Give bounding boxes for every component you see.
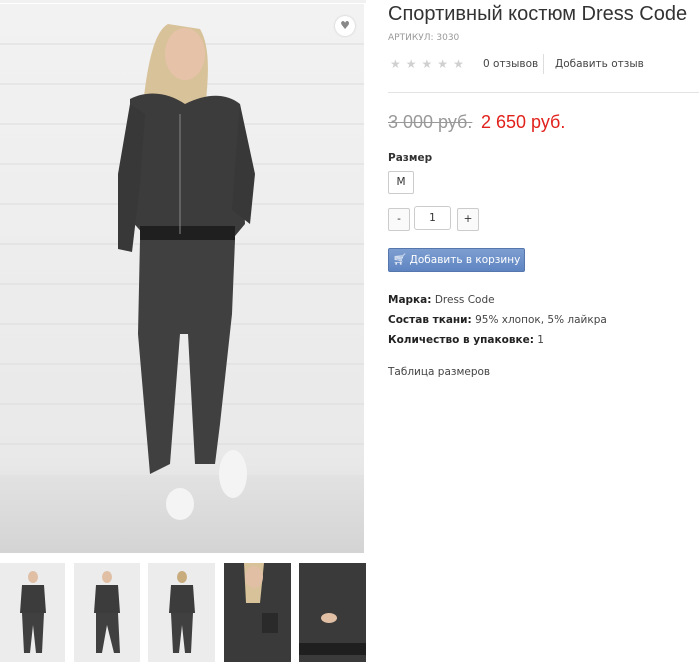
thumbnail-3-image <box>169 571 195 653</box>
sku-label: АРТИКУЛ: <box>388 33 434 43</box>
rating-stars[interactable]: ★★★★★ <box>390 57 469 71</box>
brand-label: Марка: <box>388 294 432 306</box>
thumbnail-3[interactable] <box>148 563 215 662</box>
thumbnail-2[interactable] <box>74 563 140 662</box>
write-review-link[interactable]: Добавить отзыв <box>555 58 644 70</box>
heart-icon: ♥ <box>340 19 350 32</box>
pack-attribute: Количество в упаковке: 1 <box>388 334 544 346</box>
shopping-cart-icon: 🛒︎ <box>392 253 407 266</box>
old-price: 3 000 руб. <box>388 112 473 132</box>
star-icon: ★ <box>453 57 469 71</box>
current-price: 2 650 руб. <box>481 112 566 132</box>
star-icon: ★ <box>421 57 438 71</box>
brand-value: Dress Code <box>434 294 495 306</box>
brand-attribute: Марка: Dress Code <box>388 294 495 306</box>
quantity-input[interactable] <box>414 206 451 230</box>
sku-value: 3030 <box>436 33 460 43</box>
main-product-image[interactable]: ♥ <box>0 4 364 553</box>
thumbnail-4-image <box>244 563 278 633</box>
size-option-m[interactable]: M <box>388 171 414 194</box>
reviews-count-link[interactable]: 0 отзывов <box>483 58 538 70</box>
product-title: Спортивный костюм Dress Code <box>388 3 688 25</box>
size-table-link[interactable]: Таблица размеров <box>388 366 490 378</box>
favorite-button[interactable]: ♥ <box>335 16 355 36</box>
divider <box>543 54 544 74</box>
quantity-decrease-button[interactable]: - <box>388 208 410 231</box>
thumbnail-1-image <box>20 571 46 653</box>
quantity-increase-button[interactable]: + <box>457 208 479 231</box>
product-sku: АРТИКУЛ: 3030 <box>388 33 459 43</box>
star-icon: ★ <box>405 57 422 71</box>
thumbnail-5-image <box>299 613 366 655</box>
size-label: Размер <box>388 152 433 164</box>
star-icon: ★ <box>390 57 406 71</box>
pack-label: Количество в упаковке: <box>388 334 534 346</box>
thumbnail-1[interactable] <box>0 563 65 662</box>
star-icon: ★ <box>437 57 454 71</box>
model-figure <box>0 24 364 520</box>
fabric-label: Состав ткани: <box>388 314 472 326</box>
add-to-cart-button[interactable]: 🛒︎ Добавить в корзину <box>388 248 525 272</box>
thumbnail-2-image <box>94 571 120 653</box>
pack-value: 1 <box>537 334 544 346</box>
fabric-value: 95% хлопок, 5% лайкра <box>475 314 607 326</box>
fabric-attribute: Состав ткани: 95% хлопок, 5% лайкра <box>388 314 607 326</box>
divider <box>388 92 699 93</box>
thumbnail-4[interactable] <box>224 563 291 662</box>
top-strip <box>0 0 366 3</box>
add-to-cart-label: Добавить в корзину <box>409 254 521 266</box>
thumbnail-5[interactable] <box>299 563 366 662</box>
